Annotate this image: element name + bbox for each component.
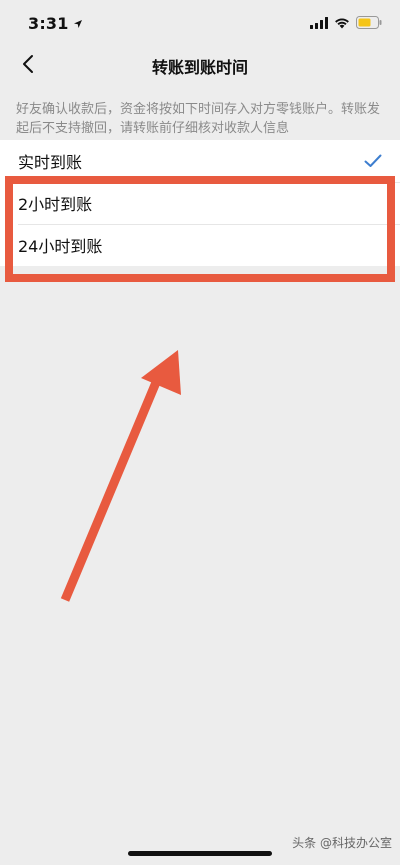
home-indicator[interactable] (128, 851, 272, 856)
option-2-hours[interactable]: 2小时到账 (0, 182, 400, 224)
option-label: 2小时到账 (18, 195, 93, 214)
page-title: 转账到账时间 (151, 58, 248, 77)
chevron-left-icon (21, 54, 35, 78)
watermark: 头条 @科技办公室 (292, 836, 392, 850)
status-bar: 3:31 (0, 0, 400, 46)
location-arrow-icon (73, 14, 83, 33)
nav-bar: 转账到账时间 (0, 46, 400, 86)
option-label: 24小时到账 (18, 237, 103, 256)
option-label: 实时到账 (18, 153, 83, 172)
arrival-time-options: 实时到账 2小时到账 24小时到账 (0, 140, 400, 266)
status-time-group: 3:31 (28, 14, 83, 33)
battery-icon (356, 14, 382, 33)
status-time: 3:31 (28, 13, 69, 33)
option-24-hours[interactable]: 24小时到账 (0, 224, 400, 266)
wifi-icon (334, 14, 350, 33)
cellular-signal-icon (310, 14, 328, 33)
back-button[interactable] (14, 52, 42, 80)
checkmark-icon (364, 154, 382, 168)
status-icons (310, 14, 382, 33)
screen: 3:31 转账到账时间 好友确认收款后，资金将按如下时间存入对方零钱账户。转账发… (0, 0, 400, 865)
option-realtime[interactable]: 实时到账 (0, 140, 400, 182)
description-text: 好友确认收款后，资金将按如下时间存入对方零钱账户。转账发起后不支持撤回，请转账前… (16, 102, 381, 136)
